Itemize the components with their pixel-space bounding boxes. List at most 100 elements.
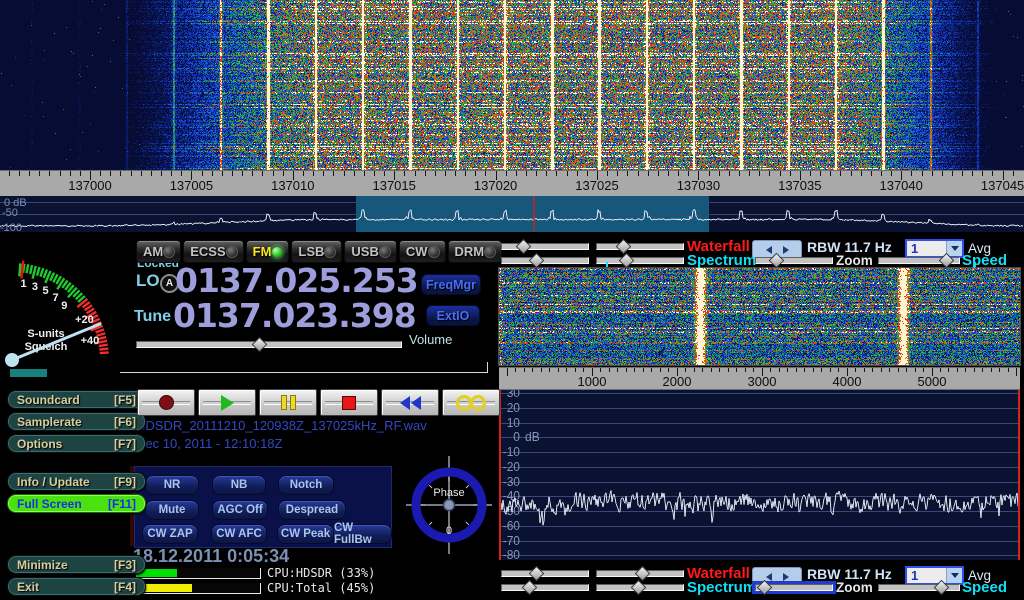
mode-button-lsb[interactable]: LSB	[291, 240, 342, 263]
avg-select-bottom[interactable]: 1	[905, 566, 964, 585]
speed-slider-bottom[interactable]	[878, 584, 960, 591]
extio-button[interactable]: ExtIO	[426, 305, 480, 326]
dsp-button-nb[interactable]: NB	[212, 475, 266, 495]
menu-button-options[interactable]: Options[F7]	[7, 434, 146, 453]
mode-button-ecss[interactable]: ECSS	[183, 240, 243, 263]
scale-tick	[780, 171, 781, 176]
zoom-slider-top[interactable]	[755, 257, 833, 264]
loop-button[interactable]	[442, 389, 500, 416]
scale-tick	[607, 171, 608, 176]
slider-thumb[interactable]	[529, 253, 545, 269]
spectrum-range-slider-bottom[interactable]	[596, 584, 684, 591]
dsp-button-agc-off[interactable]: AGC Off	[212, 500, 268, 520]
menu-button-info-update[interactable]: Info / Update[F9]	[7, 472, 146, 491]
waterfall-contrast-slider-bottom[interactable]	[596, 570, 684, 577]
zoomed-waterfall-display[interactable]	[499, 268, 1020, 365]
main-waterfall-display[interactable]	[0, 0, 1024, 170]
meter-scale-label: 5	[43, 285, 49, 297]
main-spectrum-display[interactable]	[0, 196, 1024, 232]
menu-button-full-screen[interactable]: Full Screen[F11]	[7, 494, 146, 513]
scale-tick	[962, 171, 963, 176]
frequency-scale-label: 137010	[271, 178, 314, 193]
mode-button-fm[interactable]: FM	[246, 240, 290, 263]
slider-thumb[interactable]	[616, 239, 632, 255]
zoomed-frequency-scale[interactable]: 10002000300040005000	[499, 367, 1020, 390]
stop-button[interactable]	[320, 389, 378, 416]
scale-tick	[506, 171, 507, 176]
scale-tick	[558, 368, 559, 372]
freq-mgr-button[interactable]: FreqMgr	[421, 274, 481, 295]
volume-label: Volume	[409, 332, 452, 347]
scale-tick	[1008, 368, 1009, 372]
zoomed-spectrum-display[interactable]	[499, 390, 1020, 560]
frequency-scale-label: 137005	[170, 178, 213, 193]
scale-tick	[485, 171, 486, 176]
arrow-right-icon[interactable]	[783, 573, 789, 581]
menu-button-samplerate[interactable]: Samplerate[F6]	[7, 412, 146, 431]
player-button-row	[137, 389, 500, 414]
rewind-button[interactable]	[381, 389, 439, 416]
spectrum-db-label: -50	[2, 207, 18, 219]
lo-frequency-value[interactable]: 0137.025.253	[175, 264, 418, 297]
scale-tick	[972, 171, 973, 176]
dsp-button-mute[interactable]: Mute	[145, 500, 199, 520]
mode-button-label: LSB	[298, 244, 324, 259]
waterfall-brightness-slider-top[interactable]	[501, 243, 589, 250]
hdsdr-window: 1370001370051370101370151370201370251370…	[0, 0, 1024, 600]
spectrum-range-slider-top[interactable]	[596, 257, 684, 264]
volume-slider[interactable]	[136, 341, 402, 348]
frequency-scale-label: 137045	[981, 178, 1024, 193]
zoom-slider-bottom[interactable]	[755, 584, 833, 591]
slider-thumb[interactable]	[522, 580, 538, 596]
slider-thumb[interactable]	[631, 580, 647, 596]
scale-tick	[739, 171, 740, 176]
main-frequency-scale[interactable]: 1370001370051370101370151370201370251370…	[0, 170, 1024, 197]
slider-thumb[interactable]	[516, 239, 532, 255]
playback-file-date: Dec 10, 2011 - 12:10:18Z	[136, 436, 282, 451]
slider-thumb[interactable]	[619, 253, 635, 269]
scale-tick	[889, 368, 890, 372]
zoom-label-top: Zoom	[836, 253, 873, 268]
spectrum-gain-slider-bottom[interactable]	[501, 584, 589, 591]
slider-thumb[interactable]	[635, 566, 651, 582]
dsp-button-notch[interactable]: Notch	[278, 475, 334, 495]
s-meter[interactable]: 13579+20+40 S-units Squelch	[2, 238, 128, 378]
mode-led-icon	[324, 246, 336, 258]
arrow-left-icon[interactable]	[766, 246, 772, 254]
dsp-button-nr[interactable]: NR	[145, 475, 199, 495]
pause-button[interactable]	[259, 389, 317, 416]
dsp-button-cw-peak[interactable]: CW Peak	[277, 524, 334, 544]
mode-button-cw[interactable]: CW	[399, 240, 446, 263]
waterfall-brightness-slider-bottom[interactable]	[501, 570, 589, 577]
record-button[interactable]	[137, 389, 195, 416]
spectrum-gain-slider-top[interactable]	[501, 257, 589, 264]
scale-tick	[881, 171, 882, 176]
volume-slider-thumb[interactable]	[252, 337, 268, 353]
menu-button-key: [F7]	[114, 437, 136, 451]
menu-button-minimize[interactable]: Minimize[F3]	[7, 555, 146, 574]
scale-tick	[957, 368, 958, 372]
mode-led-icon	[226, 246, 238, 258]
scale-tick	[1013, 171, 1014, 176]
arrow-right-icon[interactable]	[783, 246, 789, 254]
mode-button-am[interactable]: AM	[136, 240, 181, 263]
speed-slider-top[interactable]	[878, 257, 960, 264]
frequency-scale-label: 137030	[677, 178, 720, 193]
play-button[interactable]	[198, 389, 256, 416]
slider-thumb[interactable]	[529, 566, 545, 582]
avg-select-top[interactable]: 1	[905, 239, 964, 258]
dsp-button-cw-fullbw[interactable]: CW FullBw	[333, 524, 392, 544]
mode-button-drm[interactable]: DRM	[448, 240, 503, 263]
menu-button-exit[interactable]: Exit[F4]	[7, 577, 146, 596]
tune-frequency-value[interactable]: 0137.023.398	[173, 299, 416, 332]
menu-button-soundcard[interactable]: Soundcard[F5]	[7, 390, 146, 409]
meter-scale-label: 7	[52, 292, 58, 304]
waterfall-contrast-slider-top[interactable]	[596, 243, 684, 250]
dsp-button-cw-afc[interactable]: CW AFC	[211, 524, 267, 544]
arrow-left-icon[interactable]	[766, 573, 772, 581]
chevron-down-icon[interactable]	[946, 568, 962, 583]
mode-button-usb[interactable]: USB	[344, 240, 396, 263]
scale-tick	[556, 171, 557, 176]
dsp-button-despread[interactable]: Despread	[278, 500, 346, 520]
dsp-button-cw-zap[interactable]: CW ZAP	[142, 524, 198, 544]
